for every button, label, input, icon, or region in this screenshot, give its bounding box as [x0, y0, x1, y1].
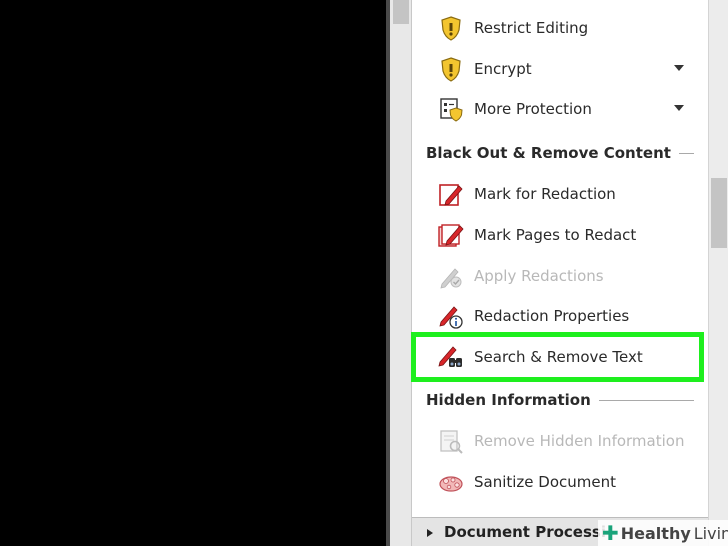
mark-pages-to-redact-item[interactable]: Mark Pages to Redact: [412, 215, 702, 255]
section-divider: [598, 399, 694, 401]
shield-icon: [441, 57, 461, 82]
document-area: [0, 0, 386, 546]
sanitize-icon: [439, 476, 463, 492]
encrypt-item[interactable]: Encrypt: [412, 49, 702, 89]
plus-icon: ✚: [602, 521, 619, 545]
highlight-box: [411, 332, 704, 382]
redaction-properties-icon: [439, 306, 463, 329]
apply-redactions-item[interactable]: Apply Redactions: [412, 256, 702, 296]
black-out-section-header: Black Out & Remove Content: [426, 142, 694, 164]
document-scrollbar[interactable]: [390, 0, 412, 546]
mark-pages-to-redact-label: Mark Pages to Redact: [474, 226, 637, 244]
more-protection-label: More Protection: [474, 100, 592, 118]
section-title: Hidden Information: [426, 391, 591, 409]
chevron-down-icon[interactable]: [674, 105, 684, 111]
mark-for-redaction-label: Mark for Redaction: [474, 185, 616, 203]
remove-hidden-icon: [440, 430, 463, 454]
mark-for-redaction-item[interactable]: Mark for Redaction: [412, 174, 702, 214]
watermark-logo: ✚ Healthy Living: [598, 520, 728, 546]
panel-scrollbar-thumb[interactable]: [711, 178, 727, 248]
redaction-properties-label: Redaction Properties: [474, 307, 630, 325]
remove-hidden-information-item[interactable]: Remove Hidden Information: [412, 421, 702, 461]
watermark-text: Healthy: [620, 523, 691, 543]
section-divider: [678, 152, 694, 154]
document-processing-label: Document Processi: [444, 523, 606, 541]
mark-pages-icon: [438, 224, 464, 247]
encrypt-label: Encrypt: [474, 60, 532, 78]
mark-redaction-icon: [439, 184, 463, 206]
document-scrollbar-thumb[interactable]: [393, 0, 409, 24]
protection-icon: [440, 98, 463, 122]
section-title: Black Out & Remove Content: [426, 144, 671, 162]
expand-arrow-icon[interactable]: [427, 529, 433, 537]
chevron-down-icon[interactable]: [674, 65, 684, 71]
hidden-information-section-header: Hidden Information: [426, 389, 694, 411]
redaction-properties-item[interactable]: Redaction Properties: [412, 296, 702, 336]
more-protection-item[interactable]: More Protection: [412, 89, 702, 129]
sanitize-document-item[interactable]: Sanitize Document: [412, 462, 702, 502]
panel-scrollbar[interactable]: [708, 0, 728, 546]
restrict-editing-label: Restrict Editing: [474, 19, 589, 37]
remove-hidden-information-label: Remove Hidden Information: [474, 432, 685, 450]
shield-icon: [441, 16, 461, 41]
watermark-text-2: Living: [693, 523, 728, 543]
apply-redactions-icon: [440, 268, 462, 289]
restrict-editing-item[interactable]: Restrict Editing: [412, 8, 702, 48]
sanitize-document-label: Sanitize Document: [474, 473, 617, 491]
apply-redactions-label: Apply Redactions: [474, 267, 604, 285]
